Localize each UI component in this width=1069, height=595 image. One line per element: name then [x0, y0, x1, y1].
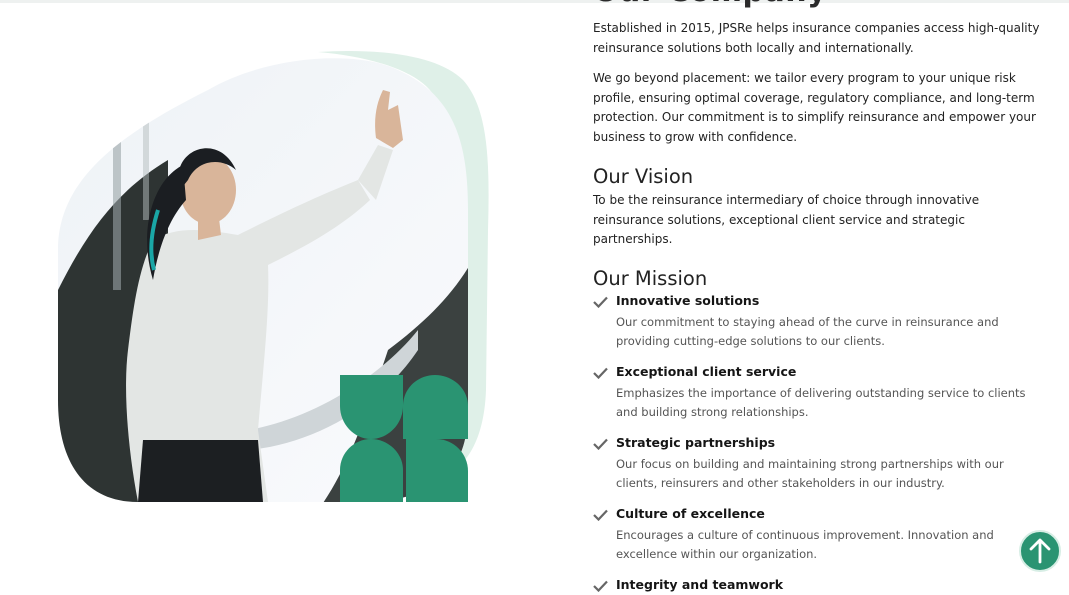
scroll-to-top-button[interactable] — [1019, 530, 1061, 572]
mission-item: Integrity and teamwork — [593, 575, 1048, 595]
mission-item-description: Emphasizes the importance of delivering … — [616, 385, 1026, 420]
mission-item-title: Culture of excellence — [616, 505, 765, 521]
mission-item-title: Integrity and teamwork — [616, 576, 784, 592]
mission-item-description: Our focus on building and maintaining st… — [616, 456, 1004, 491]
mission-item-title: Strategic partnerships — [616, 434, 776, 450]
mission-item-title: Exceptional client service — [616, 363, 797, 379]
mission-list: Innovative solutions Our commitment to s… — [593, 291, 1048, 595]
vision-title: Our Vision — [593, 165, 694, 188]
header-divider — [0, 0, 1069, 3]
check-icon — [593, 509, 608, 521]
intro-paragraph-2: We go beyond placement: we tailor every … — [593, 71, 1036, 144]
page-heading: Our Company — [593, 0, 827, 9]
check-icon — [593, 438, 608, 450]
mission-item: Strategic partnerships Our focus on buil… — [593, 433, 1048, 494]
hero-illustration — [58, 50, 489, 502]
vision-text: To be the reinsurance intermediary of ch… — [593, 193, 980, 246]
check-icon — [593, 296, 608, 308]
mission-item-title: Innovative solutions — [616, 292, 760, 308]
mission-item: Culture of excellence Encourages a cultu… — [593, 504, 1048, 565]
mission-item-description: Our commitment to staying ahead of the c… — [616, 314, 999, 349]
mission-item: Innovative solutions Our commitment to s… — [593, 291, 1048, 352]
hero-visual — [58, 50, 498, 510]
mission-title: Our Mission — [593, 266, 708, 290]
check-icon — [593, 580, 608, 592]
check-icon — [593, 367, 608, 379]
mission-item-description: Encourages a culture of continuous impro… — [616, 527, 994, 562]
about-content: Established in 2015, JPSRe helps insuran… — [593, 19, 1048, 595]
mission-item: Exceptional client service Emphasizes th… — [593, 362, 1048, 423]
arrow-up-icon — [1029, 538, 1051, 564]
intro-paragraph-1: Established in 2015, JPSRe helps insuran… — [593, 21, 1040, 55]
